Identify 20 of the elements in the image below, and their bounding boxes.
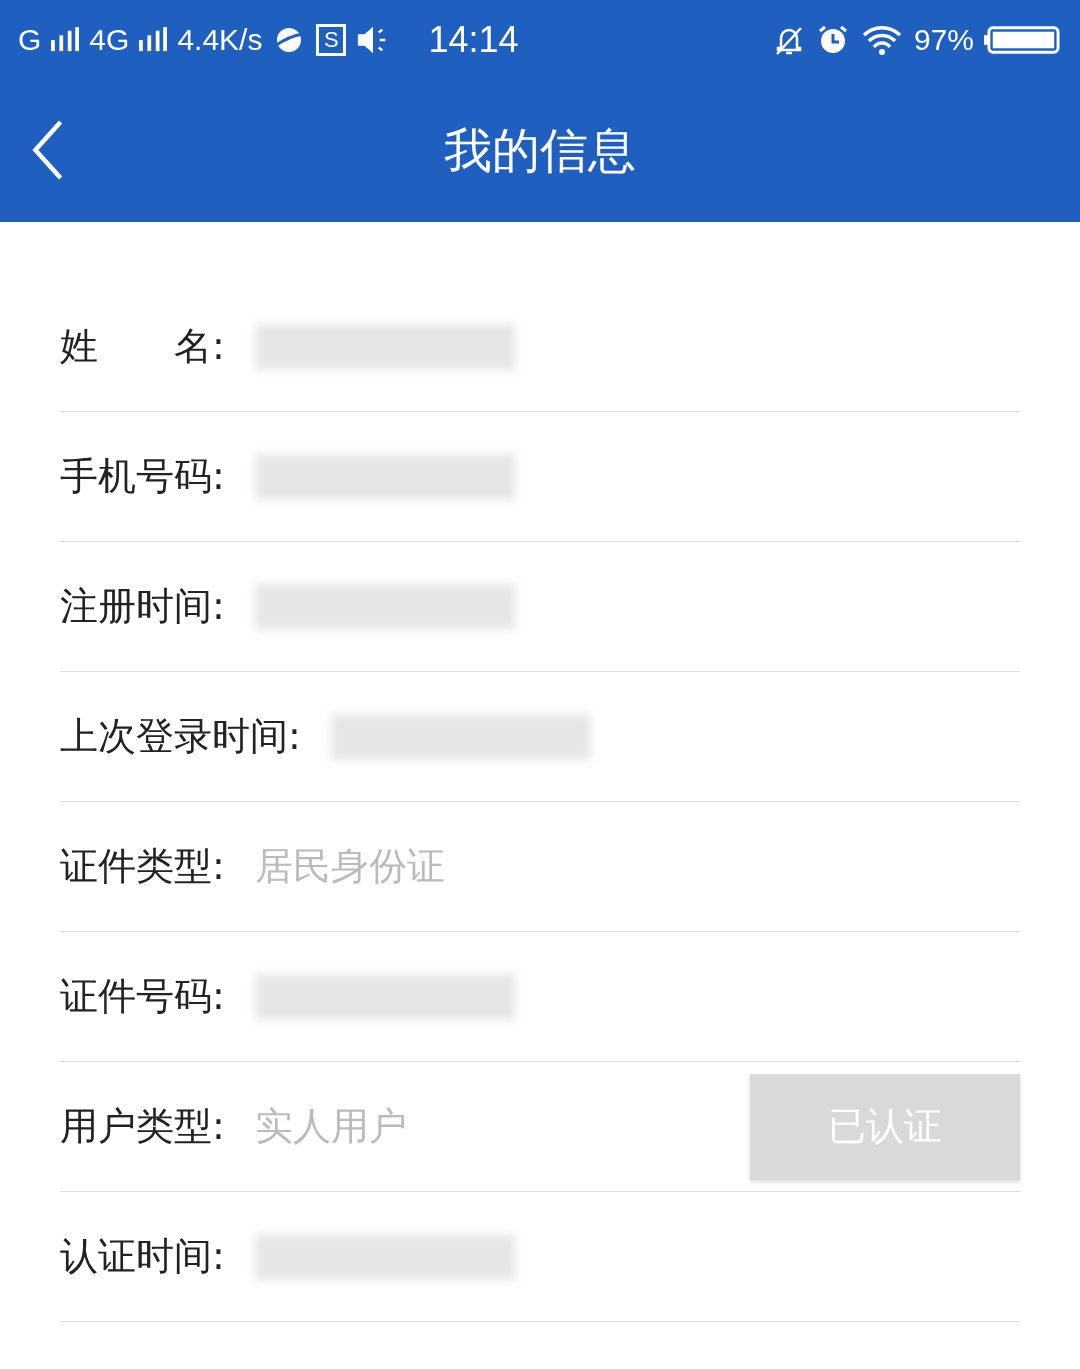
speed-label: 4.4K/s xyxy=(177,23,263,57)
field-label: 注册时间: xyxy=(60,583,225,630)
page-title: 我的信息 xyxy=(444,121,636,180)
field-label: 用户类型: xyxy=(60,1103,225,1150)
app-icon: S xyxy=(316,24,347,56)
network-label: 4G xyxy=(89,23,130,57)
signal-icon xyxy=(139,27,168,53)
battery-label: 97% xyxy=(913,23,974,57)
clock-label: 14:14 xyxy=(428,19,519,61)
field-value: 实人用户 xyxy=(254,1103,408,1150)
network-label: G xyxy=(18,23,42,57)
field-label: 上次登录时间: xyxy=(60,713,301,760)
field-label: 手机号码: xyxy=(60,453,225,500)
field-label: 认证时间: xyxy=(60,1233,225,1280)
battery-icon xyxy=(984,26,1060,54)
field-label: 证件类型: xyxy=(60,843,225,890)
field-value: 居民身份证 xyxy=(254,843,446,890)
field-label: 证件号码: xyxy=(60,973,225,1020)
signal-icon xyxy=(51,27,80,53)
field-label: 姓 名: xyxy=(60,323,225,370)
